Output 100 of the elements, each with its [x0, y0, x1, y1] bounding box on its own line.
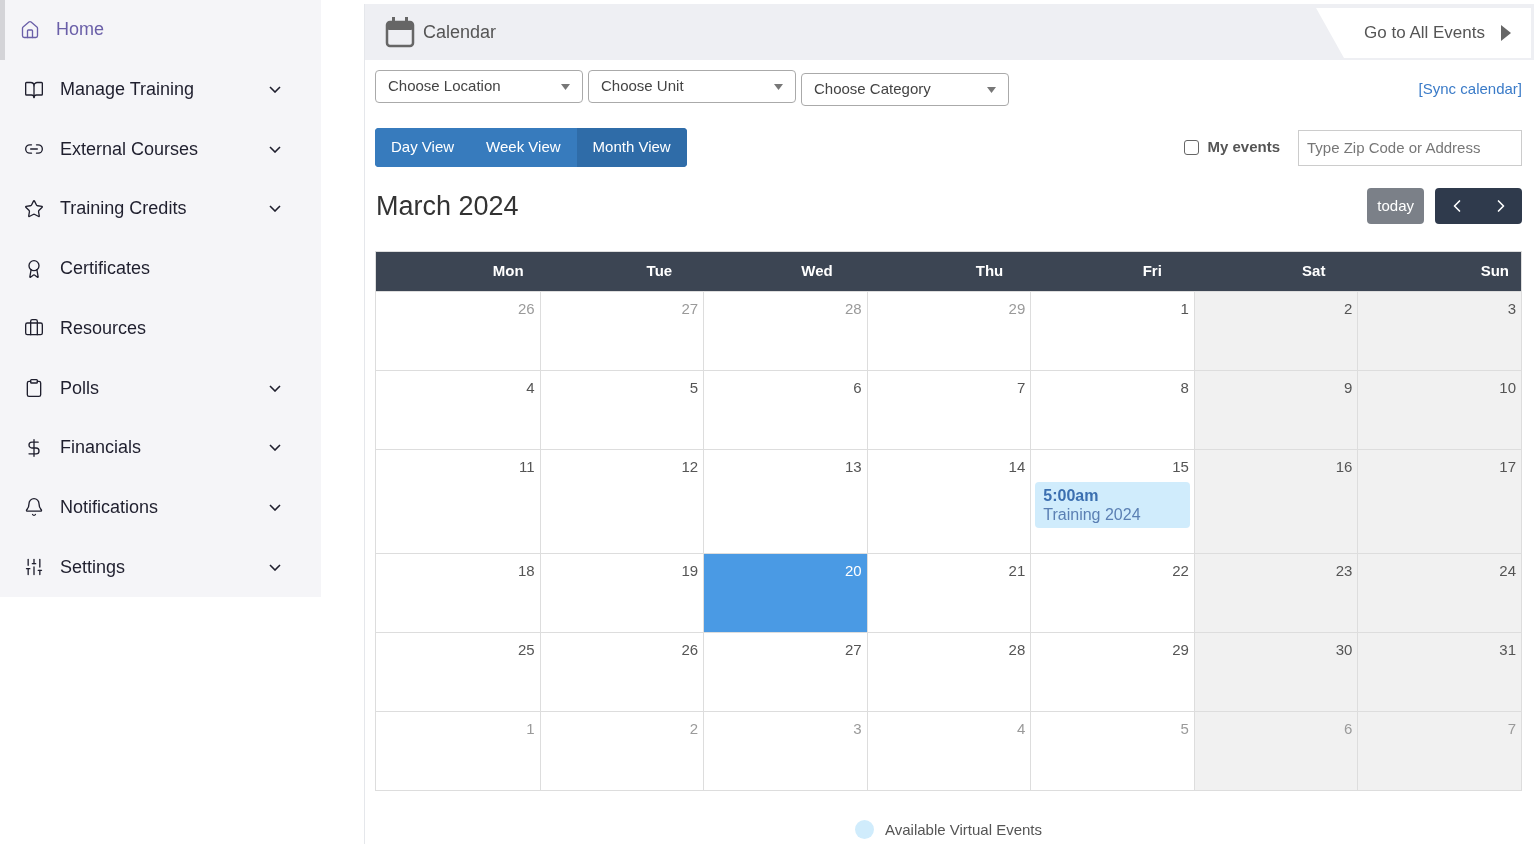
sidebar-item[interactable]: External Courses: [0, 119, 321, 180]
day-cell[interactable]: 31: [1357, 632, 1521, 711]
day-number: 12: [681, 456, 700, 477]
chevron-down-icon: [269, 145, 281, 153]
day-number: 4: [1016, 718, 1027, 739]
day-number: 31: [1499, 639, 1517, 660]
chevron-down-icon: [269, 384, 281, 392]
weekday-header: Thu: [975, 260, 1004, 281]
sidebar-item[interactable]: Manage Training: [0, 59, 321, 120]
day-number: 15: [1172, 456, 1190, 477]
day-number: 8: [1180, 377, 1190, 398]
chevron-down-icon: [269, 205, 281, 213]
dropdown[interactable]: Choose Unit: [588, 70, 796, 103]
checkbox-label: My events: [1207, 137, 1280, 158]
day-number: 1: [526, 718, 536, 739]
weekday-header: Sun: [1480, 260, 1509, 281]
sidebar-item[interactable]: Home: [0, 0, 321, 60]
day-number: 2: [689, 718, 700, 739]
home-icon: [20, 19, 40, 40]
day-number: 10: [1499, 377, 1517, 398]
day-number: 5: [1180, 718, 1190, 739]
caret-down-icon: [774, 83, 783, 90]
bell-icon: [24, 497, 44, 518]
day-cell[interactable]: 9: [1193, 370, 1358, 449]
event-time: 5:00am: [1043, 486, 1100, 505]
day-number: 22: [1172, 560, 1190, 581]
day-cell[interactable]: 17: [1357, 449, 1521, 553]
clipboard-icon: [24, 378, 44, 399]
today-button[interactable]: today: [1367, 188, 1424, 225]
legend-label: Available Virtual Events: [884, 819, 1042, 840]
star-icon: [24, 198, 44, 219]
day-number: 14: [1008, 456, 1027, 477]
calendar-event[interactable]: 5:00am Training 2024: [1035, 482, 1190, 528]
all-events-link[interactable]: Go to All Events: [1316, 8, 1531, 58]
sidebar-item[interactable]: Financials: [0, 417, 321, 478]
address-search-field[interactable]: Type Zip Code or Address: [1298, 129, 1522, 166]
day-number: 21: [1008, 560, 1027, 581]
day-number: 23: [1335, 560, 1354, 581]
day-number: 5: [689, 377, 700, 398]
day-number: 3: [853, 718, 863, 739]
day-number: 24: [1499, 560, 1517, 581]
day-number: 30: [1335, 639, 1354, 660]
caret-down-icon: [561, 83, 570, 90]
day-number: 2: [1344, 298, 1354, 319]
day-number: 28: [1008, 639, 1027, 660]
sidebar-item[interactable]: Polls: [0, 358, 321, 418]
day-number: 6: [853, 377, 863, 398]
chevron-down-icon: [269, 503, 281, 511]
panel-title: Calendar: [423, 20, 497, 44]
chevron-down-icon: [269, 444, 281, 452]
book-icon: [24, 79, 44, 100]
checkbox[interactable]: [1184, 140, 1200, 155]
day-cell[interactable]: 3: [1357, 291, 1521, 370]
chevron-down-icon: [269, 563, 281, 571]
day-number: 11: [519, 456, 536, 477]
calendar-icon: [385, 16, 415, 48]
sidebar-item[interactable]: Settings: [0, 537, 321, 598]
day-number: 1: [1180, 298, 1190, 319]
day-number: 26: [517, 298, 536, 319]
day-cell[interactable]: 16: [1193, 449, 1358, 553]
day-number: 17: [1499, 456, 1517, 477]
dropdown[interactable]: Choose Category: [801, 73, 1009, 106]
day-number: 27: [681, 298, 700, 319]
chevron-down-icon: [269, 86, 281, 94]
day-number: 9: [1344, 377, 1354, 398]
day-number: 7: [1507, 718, 1517, 739]
day-number: 6: [1344, 718, 1354, 739]
month-title: March 2024: [376, 190, 519, 223]
weekday-header: Wed: [801, 260, 833, 281]
day-cell[interactable]: 2: [1193, 291, 1358, 370]
day-number: 7: [1016, 377, 1027, 398]
day-number: 28: [845, 298, 863, 319]
dropdown[interactable]: Choose Location: [375, 70, 583, 103]
day-number: 13: [845, 456, 863, 477]
sidebar-item[interactable]: Notifications: [0, 477, 321, 538]
day-number: 16: [1335, 456, 1354, 477]
sidebar-item[interactable]: Training Credits: [0, 179, 321, 239]
sidebar-item[interactable]: Certificates: [0, 238, 321, 299]
day-number: 19: [681, 560, 700, 581]
day-cell[interactable]: 10: [1357, 370, 1521, 449]
day-number: 3: [1507, 298, 1517, 319]
day-number: 18: [517, 560, 536, 581]
day-number: 26: [681, 639, 700, 660]
weekday-header: Tue: [646, 260, 673, 281]
caret-down-icon: [987, 86, 996, 93]
day-cell[interactable]: 23: [1193, 553, 1358, 632]
weekday-header: Fri: [1142, 260, 1162, 281]
sync-calendar-link[interactable]: [Sync calendar]: [1418, 78, 1522, 101]
day-number: 29: [1172, 639, 1190, 660]
weekday-header: Sat: [1302, 260, 1326, 281]
day-cell[interactable]: 24: [1357, 553, 1521, 632]
sliders-icon: [24, 557, 44, 578]
day-number: 27: [845, 639, 863, 660]
caret-right-icon: [1501, 25, 1511, 41]
event-title: Training 2024: [1043, 505, 1142, 524]
day-number: 29: [1008, 298, 1027, 319]
day-number: 20: [845, 560, 863, 581]
sidebar-item[interactable]: Resources: [0, 298, 321, 359]
day-cell[interactable]: 30: [1193, 632, 1358, 711]
view-tab[interactable]: Month View: [576, 128, 687, 167]
